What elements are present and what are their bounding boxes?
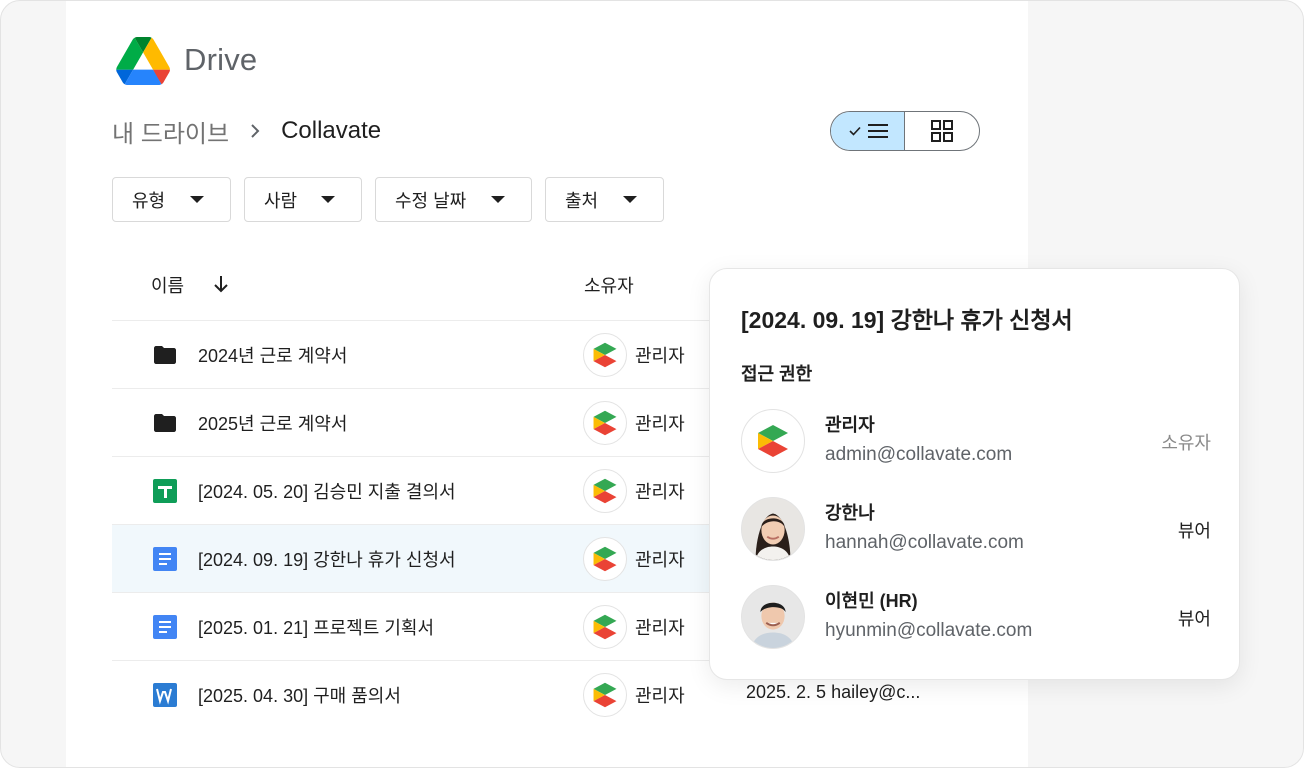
owner-name: 관리자: [635, 482, 685, 502]
person-role: 뷰어: [1177, 521, 1211, 541]
word-icon: [152, 682, 178, 708]
list-view-button[interactable]: [831, 112, 905, 150]
file-name: [2025. 04. 30] 구매 품의서: [198, 686, 401, 706]
collavate-logo-icon: [583, 469, 627, 513]
file-name: [2025. 01. 21] 프로젝트 기획서: [198, 618, 435, 638]
access-person[interactable]: 이현민 (HR) hyunmin@collavate.com 뷰어: [741, 585, 1211, 649]
column-header-owner[interactable]: 소유자: [584, 272, 634, 298]
app-name: Drive: [184, 42, 258, 77]
filter-modified[interactable]: 수정 날짜: [375, 177, 532, 222]
person-email: hannah@collavate.com: [825, 532, 1024, 553]
breadcrumb-current: Collavate: [281, 117, 382, 144]
caret-down-icon: [623, 196, 637, 203]
avatar-photo-woman: [741, 497, 805, 561]
breadcrumb-parent[interactable]: 내 드라이브: [112, 114, 229, 149]
owner-name: 관리자: [635, 550, 685, 570]
person-email: admin@collavate.com: [825, 444, 1013, 465]
list-icon: [867, 124, 888, 138]
grid-icon: [931, 120, 953, 142]
owner-name: 관리자: [635, 618, 685, 638]
collavate-logo-icon: [583, 673, 627, 717]
sheets-icon: [152, 478, 178, 504]
access-person[interactable]: 강한나 hannah@collavate.com 뷰어: [741, 497, 1211, 561]
folder-icon: [152, 410, 178, 436]
drive-logo-icon: [116, 37, 170, 85]
person-role: 뷰어: [1177, 609, 1211, 629]
owner-name: 관리자: [635, 414, 685, 434]
popup-title: [2024. 09. 19] 강한나 휴가 신청서: [741, 307, 1073, 333]
view-toggle: [830, 111, 980, 151]
avatar-photo-man: [741, 585, 805, 649]
column-header-name[interactable]: 이름: [151, 272, 184, 298]
collavate-logo-icon: [741, 409, 805, 473]
collavate-logo-icon: [583, 605, 627, 649]
person-name: 관리자: [825, 415, 875, 435]
docs-icon: [152, 614, 178, 640]
person-name: 이현민 (HR): [825, 591, 918, 611]
sort-down-arrow-icon[interactable]: [212, 274, 230, 294]
file-name: 2024년 근로 계약서: [198, 346, 348, 366]
filter-label: 사람: [264, 190, 298, 211]
docs-icon: [152, 546, 178, 572]
column-owner-label: 소유자: [584, 276, 634, 296]
column-name-label: 이름: [151, 276, 185, 296]
filter-bar: 유형 사람 수정 날짜 출처: [112, 177, 664, 222]
collavate-logo-icon: [583, 537, 627, 581]
person-name: 강한나: [825, 503, 875, 523]
chevron-right-icon: [251, 124, 260, 138]
breadcrumb: 내 드라이브 Collavate: [112, 114, 382, 149]
file-name: [2024. 09. 19] 강한나 휴가 신청서: [198, 550, 456, 570]
file-name: [2024. 05. 20] 김승민 지출 결의서: [198, 482, 456, 502]
filter-people[interactable]: 사람: [244, 177, 362, 222]
folder-icon: [152, 342, 178, 368]
file-name: 2025년 근로 계약서: [198, 414, 348, 434]
popup-subtitle: 접근 권한: [741, 364, 813, 384]
grid-view-button[interactable]: [905, 112, 979, 150]
filter-label: 출처: [565, 190, 599, 211]
caret-down-icon: [321, 196, 335, 203]
filter-type[interactable]: 유형: [112, 177, 231, 222]
filter-source[interactable]: 출처: [545, 177, 664, 222]
owner-name: 관리자: [635, 686, 685, 706]
filter-label: 수정 날짜: [395, 190, 467, 211]
check-icon: [848, 126, 861, 136]
caret-down-icon: [190, 196, 204, 203]
caret-down-icon: [491, 196, 505, 203]
modified-info: 2025. 2. 5 hailey@c...: [746, 682, 921, 702]
filter-label: 유형: [132, 190, 166, 211]
collavate-logo-icon: [583, 333, 627, 377]
collavate-logo-icon: [583, 401, 627, 445]
person-role: 소유자: [1161, 433, 1211, 453]
person-email: hyunmin@collavate.com: [825, 620, 1033, 641]
access-person[interactable]: 관리자 admin@collavate.com 소유자: [741, 409, 1211, 473]
owner-name: 관리자: [635, 346, 685, 366]
access-popup: [2024. 09. 19] 강한나 휴가 신청서 접근 권한 관리자 admi…: [709, 268, 1240, 680]
